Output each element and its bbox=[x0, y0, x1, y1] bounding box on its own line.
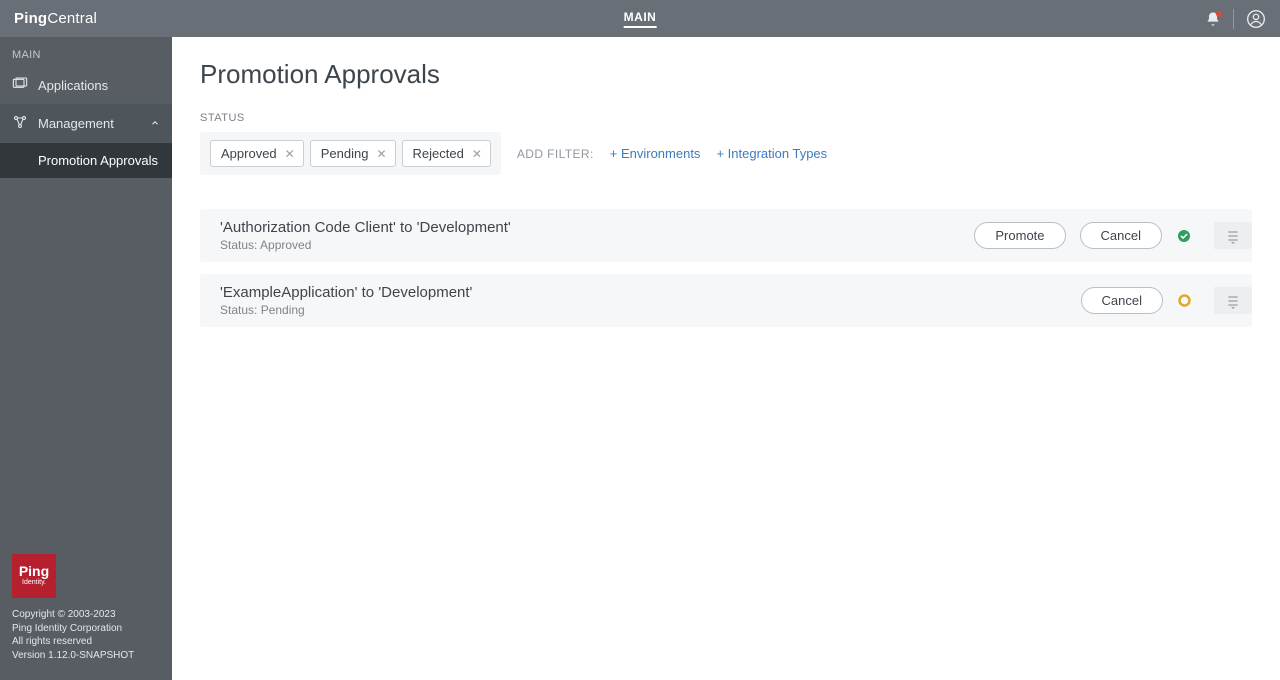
brand-badge: Ping Identity. bbox=[12, 554, 56, 598]
sidebar-subitem-promotion-approvals[interactable]: Promotion Approvals bbox=[0, 143, 172, 178]
approval-actions: Promote Cancel bbox=[974, 222, 1252, 249]
chip-remove-icon[interactable]: ✕ bbox=[472, 148, 482, 160]
footer-rights: All rights reserved bbox=[12, 635, 160, 649]
footer-version: Version 1.12.0-SNAPSHOT bbox=[12, 649, 160, 663]
approval-actions: Cancel bbox=[1081, 287, 1252, 314]
approval-status: Status: Approved bbox=[220, 238, 511, 252]
nav-main-tab[interactable]: MAIN bbox=[624, 10, 657, 28]
logo-bold: Ping bbox=[14, 10, 47, 27]
cancel-button[interactable]: Cancel bbox=[1080, 222, 1162, 249]
sidebar-item-label: Management bbox=[38, 116, 114, 131]
notification-dot bbox=[1216, 11, 1222, 17]
sidebar-footer: Ping Identity. Copyright © 2003-2023 Pin… bbox=[0, 544, 172, 680]
chip-label: Rejected bbox=[413, 146, 464, 161]
status-approved-icon bbox=[1176, 228, 1192, 244]
add-filter-environments[interactable]: Environments bbox=[610, 146, 701, 161]
sidebar-section-label: MAIN bbox=[0, 37, 172, 67]
chip-label: Approved bbox=[221, 146, 277, 161]
chip-label: Pending bbox=[321, 146, 369, 161]
sidebar-item-applications[interactable]: Applications bbox=[0, 67, 172, 104]
status-label: STATUS bbox=[200, 112, 1252, 124]
approval-row: 'Authorization Code Client' to 'Developm… bbox=[200, 209, 1252, 262]
status-chip-group: Approved ✕ Pending ✕ Rejected ✕ bbox=[200, 132, 501, 175]
row-expand-icon[interactable] bbox=[1214, 222, 1252, 249]
status-chip-rejected[interactable]: Rejected ✕ bbox=[402, 140, 491, 167]
approval-info: 'ExampleApplication' to 'Development' St… bbox=[220, 274, 472, 327]
applications-icon bbox=[12, 77, 28, 94]
cancel-button[interactable]: Cancel bbox=[1081, 287, 1163, 314]
brand-badge-line2: Identity. bbox=[22, 578, 46, 587]
approval-row: 'ExampleApplication' to 'Development' St… bbox=[200, 274, 1252, 327]
promote-button[interactable]: Promote bbox=[974, 222, 1065, 249]
approval-status: Status: Pending bbox=[220, 303, 472, 317]
user-menu-icon[interactable] bbox=[1246, 9, 1266, 29]
brand-badge-line1: Ping bbox=[19, 564, 49, 578]
approval-title: 'ExampleApplication' to 'Development' bbox=[220, 284, 472, 301]
sidebar-item-management[interactable]: Management bbox=[0, 104, 172, 143]
chip-remove-icon[interactable]: ✕ bbox=[376, 148, 386, 160]
app-logo: PingCentral bbox=[0, 10, 97, 27]
add-filter-integration-types[interactable]: Integration Types bbox=[716, 146, 827, 161]
approval-info: 'Authorization Code Client' to 'Developm… bbox=[220, 209, 511, 262]
status-chip-pending[interactable]: Pending ✕ bbox=[310, 140, 396, 167]
sidebar-item-label: Applications bbox=[38, 78, 108, 93]
notifications-icon[interactable] bbox=[1205, 11, 1221, 27]
divider bbox=[1233, 9, 1234, 29]
add-filter-label: ADD FILTER: bbox=[517, 147, 594, 161]
sidebar: MAIN Applications Management Promotion A… bbox=[0, 37, 172, 680]
filter-row: Approved ✕ Pending ✕ Rejected ✕ ADD FILT… bbox=[200, 132, 1252, 175]
main-content: Promotion Approvals STATUS Approved ✕ Pe… bbox=[172, 37, 1280, 680]
chip-remove-icon[interactable]: ✕ bbox=[285, 148, 295, 160]
chevron-up-icon bbox=[150, 116, 160, 131]
footer-company: Ping Identity Corporation bbox=[12, 622, 160, 636]
approval-title: 'Authorization Code Client' to 'Developm… bbox=[220, 219, 511, 236]
status-pending-icon bbox=[1177, 293, 1192, 308]
row-expand-icon[interactable] bbox=[1214, 287, 1252, 314]
logo-rest: Central bbox=[47, 10, 97, 27]
management-icon bbox=[12, 114, 28, 133]
header-actions bbox=[1205, 9, 1280, 29]
app-header: PingCentral MAIN bbox=[0, 0, 1280, 37]
footer-copyright: Copyright © 2003-2023 bbox=[12, 608, 160, 622]
status-chip-approved[interactable]: Approved ✕ bbox=[210, 140, 304, 167]
page-title: Promotion Approvals bbox=[200, 59, 1252, 90]
